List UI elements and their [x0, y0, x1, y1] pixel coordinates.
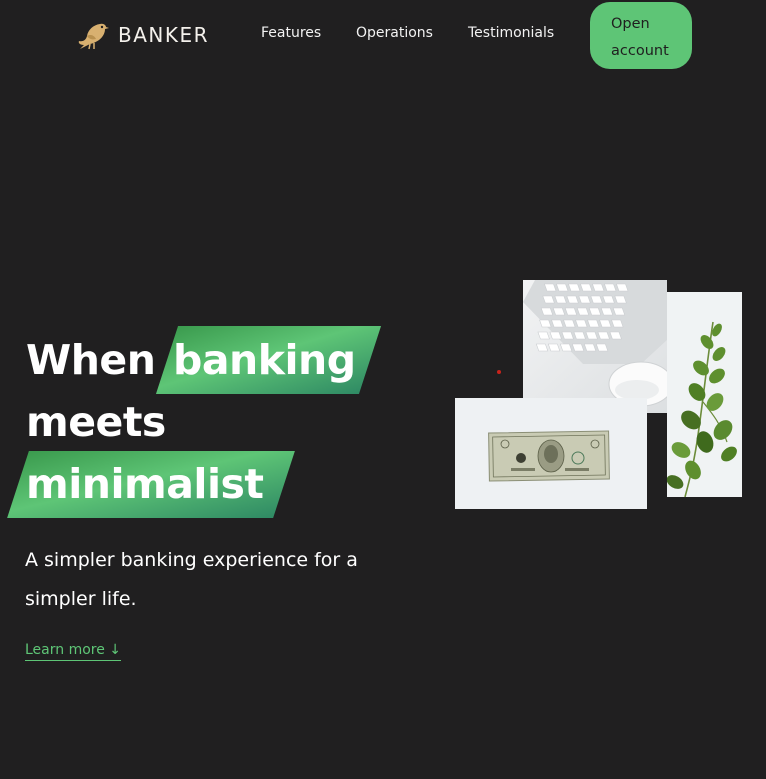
nav-link-operations[interactable]: Operations	[356, 25, 433, 41]
nav-link-testimonials[interactable]: Testimonials	[468, 25, 554, 41]
dollar-bill-image	[455, 398, 647, 509]
nav-link-features[interactable]: Features	[261, 25, 321, 41]
hero-title-minimalist: minimalist	[26, 460, 264, 508]
plant-image	[667, 292, 742, 497]
brand-name: BANKER	[118, 23, 210, 47]
bird-logo-icon	[78, 23, 109, 50]
logo[interactable]: BANKER	[76, 18, 209, 52]
red-dot	[497, 370, 501, 374]
learn-more-link[interactable]: Learn more ↓	[25, 642, 122, 661]
open-account-button[interactable]: Open account	[590, 2, 692, 69]
hero-subtitle: A simpler banking experience for a simpl…	[25, 549, 358, 610]
open-account-line1: Open	[611, 16, 650, 32]
keyboard-mouse-image	[523, 280, 667, 413]
open-account-line2: account	[611, 43, 669, 59]
navigation-bar: BANKER Features Operations Testimonials …	[0, 0, 766, 70]
hero-title-meets: meets	[26, 398, 166, 446]
hero-title-banking: banking	[173, 336, 356, 384]
hero-title-when: When	[26, 336, 156, 384]
